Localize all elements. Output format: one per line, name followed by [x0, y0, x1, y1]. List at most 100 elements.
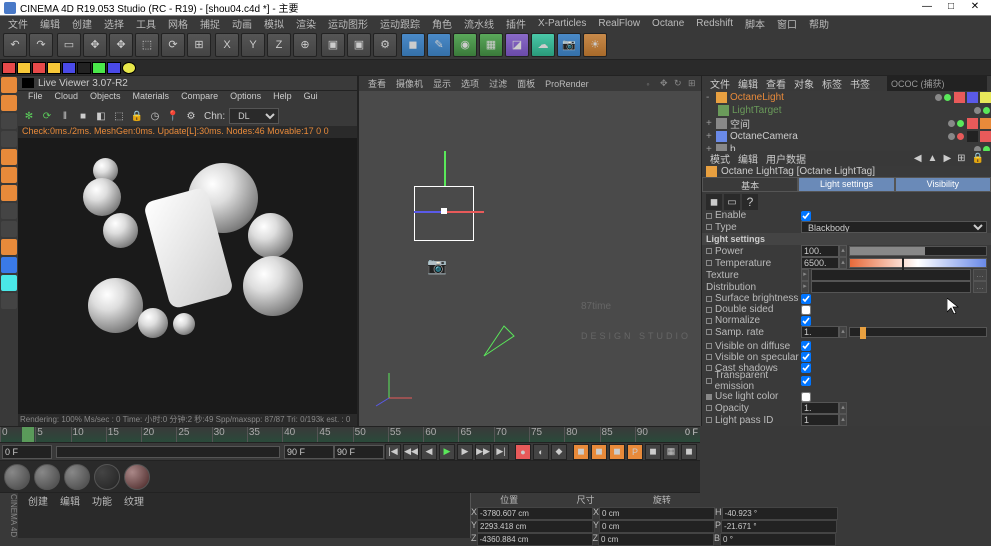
- undo-button[interactable]: ↶: [3, 33, 27, 57]
- move-tool[interactable]: ✥: [109, 33, 133, 57]
- btab-texture[interactable]: 纹理: [118, 493, 150, 507]
- key7-button[interactable]: [122, 62, 136, 74]
- axis-mode-icon[interactable]: [1, 203, 17, 219]
- key-r-button[interactable]: ◼: [609, 444, 625, 460]
- snap-icon[interactable]: [1, 257, 17, 273]
- tag2-icon[interactable]: [967, 92, 978, 103]
- target-cone-gizmo[interactable]: [479, 321, 519, 361]
- tab-basic[interactable]: 基本: [702, 177, 798, 192]
- btab-edit[interactable]: 编辑: [54, 493, 86, 507]
- key2-button[interactable]: [47, 62, 61, 74]
- size-z-input[interactable]: [598, 533, 714, 546]
- lv-menu-materials[interactable]: Materials: [127, 91, 176, 106]
- key4-button[interactable]: [77, 62, 91, 74]
- om-edit[interactable]: 编辑: [734, 76, 762, 91]
- temperature-slider[interactable]: [849, 258, 987, 268]
- lv-b1-icon[interactable]: ◧: [93, 108, 109, 124]
- viewport-3d[interactable]: 📷 87time DESIGN STUDIO: [358, 91, 701, 426]
- texture-arrow[interactable]: ▸: [801, 269, 809, 281]
- vp-panel[interactable]: 面板: [512, 77, 540, 90]
- axis-z-toggle[interactable]: Z: [267, 33, 291, 57]
- tag7-icon[interactable]: [980, 131, 991, 142]
- timeline-playhead[interactable]: [22, 427, 34, 442]
- menu-file[interactable]: 文件: [2, 16, 34, 31]
- enable-checkbox[interactable]: [801, 211, 811, 221]
- lv-menu-help[interactable]: Help: [267, 91, 298, 106]
- rotate-tool[interactable]: ⟳: [161, 33, 185, 57]
- render-settings-button[interactable]: ⚙: [373, 33, 397, 57]
- power-spinner[interactable]: ▴: [839, 245, 847, 257]
- unknown-icon[interactable]: [1, 293, 17, 309]
- lv-clock-icon[interactable]: ◷: [147, 108, 163, 124]
- samprate-slider[interactable]: [849, 327, 987, 337]
- tag6-icon[interactable]: [967, 131, 978, 142]
- menu-xparticles[interactable]: X-Particles: [532, 18, 592, 29]
- cube-primitive[interactable]: ◼: [401, 33, 425, 57]
- size-y-input[interactable]: [599, 520, 715, 533]
- frame-start-input[interactable]: [2, 445, 52, 459]
- tag5-icon[interactable]: [980, 118, 991, 129]
- lv-menu-compare[interactable]: Compare: [175, 91, 224, 106]
- viewport-solo-icon[interactable]: [1, 239, 17, 255]
- opacity-spinner[interactable]: ▴: [839, 402, 847, 414]
- distribution-slot[interactable]: [811, 281, 971, 293]
- tab-light-settings[interactable]: Light settings: [798, 177, 894, 192]
- opacity-input[interactable]: [801, 402, 839, 414]
- key6-button[interactable]: [107, 62, 121, 74]
- vp-options[interactable]: 选项: [456, 77, 484, 90]
- redo-button[interactable]: ↷: [29, 33, 53, 57]
- visspecular-checkbox[interactable]: [801, 352, 811, 362]
- menu-octane[interactable]: Octane: [646, 18, 690, 29]
- goto-start-button[interactable]: |◀: [385, 444, 401, 460]
- render-view-button[interactable]: ▣: [321, 33, 345, 57]
- lv-menu-objects[interactable]: Objects: [84, 91, 127, 106]
- prev-key-button[interactable]: ◀◀: [403, 444, 419, 460]
- menu-edit[interactable]: 编辑: [34, 16, 66, 31]
- autokey-toggle[interactable]: ◐: [533, 444, 549, 460]
- tag3-icon[interactable]: [980, 92, 991, 103]
- texture-mode-icon[interactable]: [1, 95, 17, 111]
- poly-mode-icon[interactable]: [1, 185, 17, 201]
- samprate-spinner[interactable]: ▴: [839, 326, 847, 338]
- menu-mograph[interactable]: 运动图形: [322, 16, 374, 31]
- menu-render[interactable]: 渲染: [290, 16, 322, 31]
- key-cmd-button[interactable]: ▦: [663, 444, 679, 460]
- am-mode[interactable]: 模式: [706, 151, 734, 166]
- visdiffuse-checkbox[interactable]: [801, 341, 811, 351]
- object-row-null[interactable]: + 空间: [702, 117, 991, 130]
- normalize-checkbox[interactable]: [801, 316, 811, 326]
- lv-menu-options[interactable]: Options: [224, 91, 267, 106]
- texture-clear[interactable]: …: [973, 269, 987, 281]
- vp-prorender[interactable]: ProRender: [540, 79, 594, 89]
- am-userdata[interactable]: 用户数据: [762, 151, 810, 166]
- texture-slot[interactable]: [811, 269, 971, 281]
- menu-redshift[interactable]: Redshift: [690, 18, 739, 29]
- tag4-icon[interactable]: [967, 118, 978, 129]
- lv-pause-icon[interactable]: ‖: [57, 108, 73, 124]
- rot-b-input[interactable]: [720, 533, 836, 546]
- menu-pipeline[interactable]: 流水线: [458, 16, 500, 31]
- liveviewer-render[interactable]: [18, 138, 357, 414]
- vp-nav-4[interactable]: ⊞: [683, 78, 697, 89]
- am-edit[interactable]: 编辑: [734, 151, 762, 166]
- enable-axis-icon[interactable]: [1, 221, 17, 237]
- deformer-button[interactable]: ◪: [505, 33, 529, 57]
- key-p-button[interactable]: ◼: [573, 444, 589, 460]
- material-4[interactable]: [94, 464, 120, 490]
- doublesided-checkbox[interactable]: [801, 305, 811, 315]
- lv-channel-select[interactable]: DL: [229, 108, 279, 124]
- menu-plugins[interactable]: 插件: [500, 16, 532, 31]
- samprate-input[interactable]: [801, 326, 839, 338]
- play-button[interactable]: ▶: [439, 444, 455, 460]
- environment-button[interactable]: ☁: [531, 33, 555, 57]
- object-row-camera[interactable]: + OctaneCamera: [702, 130, 991, 143]
- material-2[interactable]: [34, 464, 60, 490]
- menu-mesh[interactable]: 网格: [162, 16, 194, 31]
- coord-system[interactable]: ⊕: [293, 33, 317, 57]
- live-select-tool[interactable]: ✥: [83, 33, 107, 57]
- temperature-spinner[interactable]: ▴: [839, 257, 847, 269]
- tag-octane-icon[interactable]: [954, 92, 965, 103]
- pos-y-input[interactable]: [477, 520, 593, 533]
- lv-pin-icon[interactable]: 📍: [165, 108, 181, 124]
- lightpassid-spinner[interactable]: ▴: [839, 414, 847, 426]
